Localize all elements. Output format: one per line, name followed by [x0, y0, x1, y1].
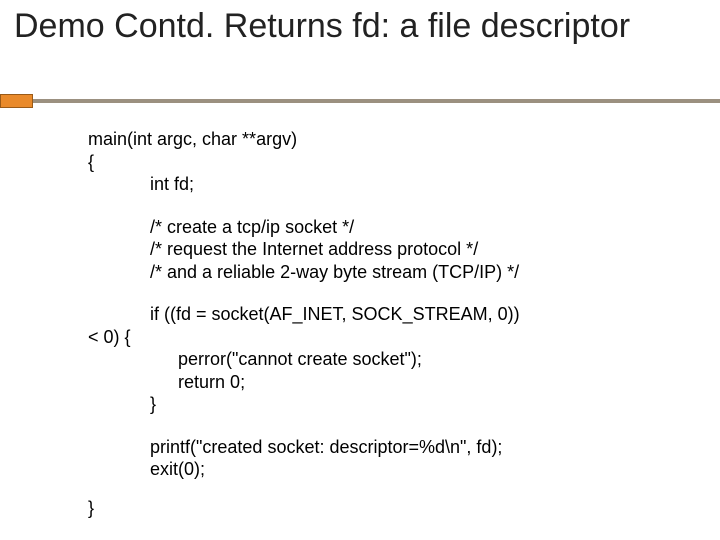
code-text: perror("cannot create socket");: [178, 349, 422, 369]
code-line: main(int argc, char **argv): [88, 128, 680, 151]
code-line: /* request the Internet address protocol…: [88, 238, 680, 261]
title-underline: [0, 94, 720, 108]
code-line: int fd;: [88, 173, 680, 196]
code-line: }: [88, 393, 680, 416]
code-line: {: [88, 151, 680, 174]
code-line: /* create a tcp/ip socket */: [88, 216, 680, 239]
accent-box: [0, 94, 33, 108]
slide-title: Demo Contd. Returns fd: a file descripto…: [0, 0, 720, 46]
code-line: printf("created socket: descriptor=%d\n"…: [88, 436, 680, 459]
code-text: return 0;: [178, 372, 245, 392]
divider-line: [33, 99, 720, 103]
code-line: }: [88, 497, 680, 520]
code-line: exit(0);: [88, 458, 680, 481]
slide: Demo Contd. Returns fd: a file descripto…: [0, 0, 720, 540]
code-line: if ((fd = socket(AF_INET, SOCK_STREAM, 0…: [88, 303, 680, 326]
code-line: perror("cannot create socket");: [88, 348, 680, 371]
code-line: return 0;: [88, 371, 680, 394]
code-line: < 0) {: [88, 326, 680, 349]
code-line: /* and a reliable 2-way byte stream (TCP…: [88, 261, 680, 284]
code-body: main(int argc, char **argv) { int fd; /*…: [88, 128, 680, 519]
